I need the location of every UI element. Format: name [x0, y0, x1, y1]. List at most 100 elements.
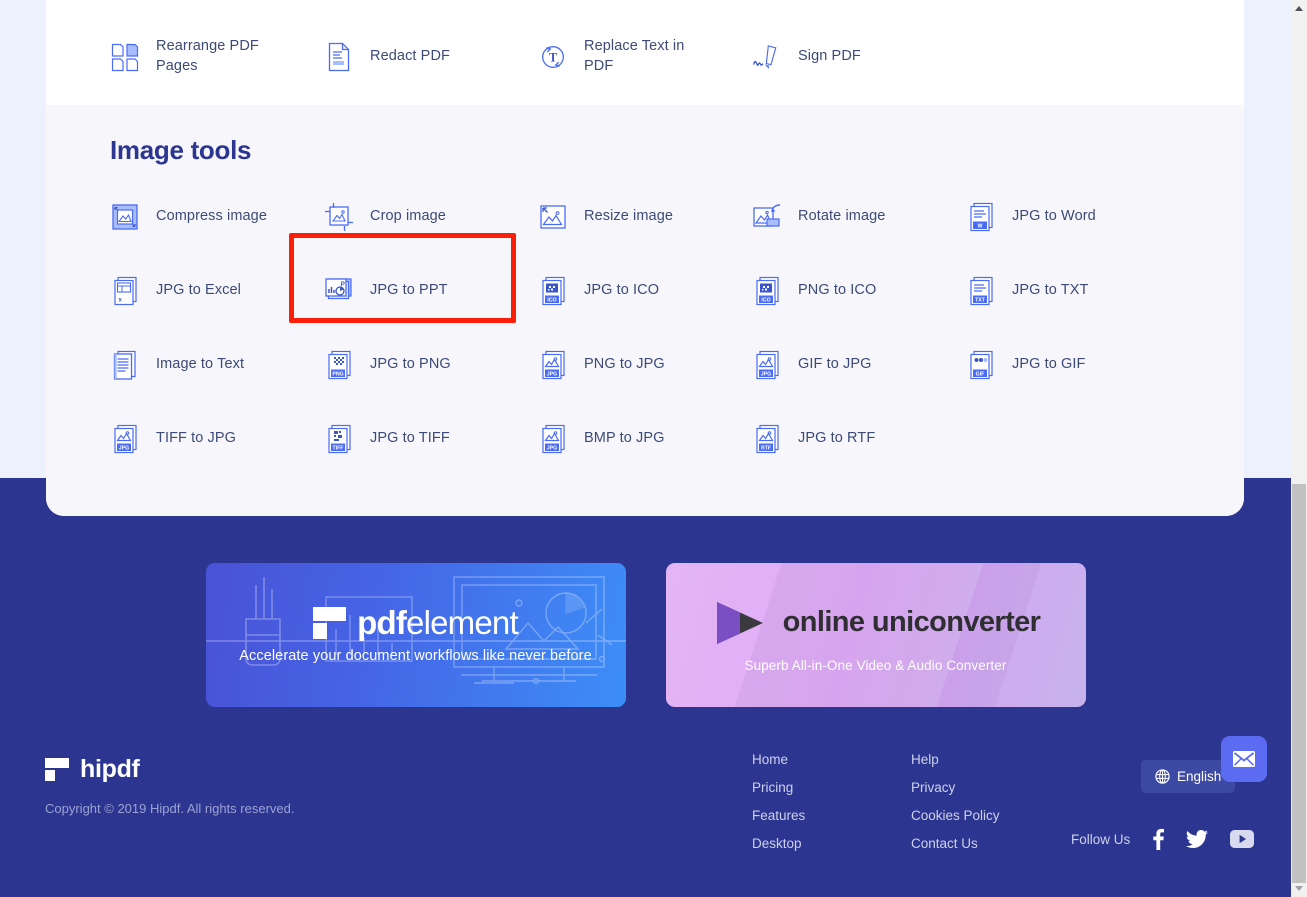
pdfelement-banner[interactable]: pdfelement Accelerate your document work… — [205, 563, 626, 707]
tool-label: JPG to PPT — [370, 282, 448, 299]
footer-links-column-1: Home Pricing Features Desktop — [752, 752, 805, 851]
resize-image-icon — [538, 201, 568, 233]
tool-label: JPG to Word — [1012, 208, 1096, 225]
jpg-to-txt-icon: TXT — [966, 275, 996, 307]
footer-link-desktop[interactable]: Desktop — [752, 836, 805, 851]
tool-png-to-ico[interactable]: ICO PNG to ICO — [752, 254, 966, 328]
svg-text:JPG: JPG — [119, 445, 129, 451]
globe-icon — [1155, 769, 1170, 784]
pdf-tools-grid: Rearrange PDF Pages Redact PDF T Replace… — [46, 0, 1244, 94]
svg-text:RTF: RTF — [761, 445, 771, 451]
tool-gif-to-jpg[interactable]: JPG GIF to JPG — [752, 328, 966, 402]
tool-jpg-to-excel[interactable]: x JPG to Excel — [110, 254, 324, 328]
redact-pdf-icon — [324, 41, 354, 73]
svg-text:TXT: TXT — [975, 297, 986, 303]
tool-redact-pdf[interactable]: Redact PDF — [324, 20, 538, 94]
tool-label: Crop image — [370, 208, 446, 225]
hipdf-wordmark: hipdf — [80, 755, 140, 783]
follow-us-label: Follow Us — [1071, 831, 1131, 847]
uniconverter-wordmark: online uniconverter — [782, 606, 1041, 638]
tool-label: BMP to JPG — [584, 430, 665, 447]
tool-jpg-to-tiff[interactable]: TIFF JPG to TIFF — [324, 402, 538, 476]
tool-label: JPG to RTF — [798, 430, 876, 447]
mail-icon — [1233, 751, 1255, 767]
tool-jpg-to-word[interactable]: W JPG to Word — [966, 180, 1180, 254]
footer-brand: hipdf Copyright © 2019 Hipdf. All rights… — [45, 755, 294, 816]
tool-compress-image[interactable]: Compress image — [110, 180, 324, 254]
scroll-up-arrow-icon[interactable] — [1291, 0, 1307, 17]
facebook-icon[interactable] — [1152, 828, 1165, 850]
tool-jpg-to-png[interactable]: PNG JPG to PNG — [324, 328, 538, 402]
tool-jpg-to-gif[interactable]: GIF JPG to GIF — [966, 328, 1180, 402]
png-to-jpg-icon: JPG — [538, 349, 568, 381]
promo-banners: pdfelement Accelerate your document work… — [0, 563, 1291, 707]
pdfelement-brand-bold: pdf — [357, 604, 407, 641]
svg-text:JPG: JPG — [547, 445, 557, 451]
follow-us: Follow Us — [1071, 828, 1255, 850]
svg-text:GIF: GIF — [976, 371, 985, 377]
crop-image-icon — [324, 201, 354, 233]
image-tools-title: Image tools — [110, 135, 252, 165]
rotate-image-icon — [752, 201, 782, 233]
tool-label: Resize image — [584, 208, 674, 225]
scrollbar-thumb[interactable] — [1292, 484, 1306, 883]
footer-link-help[interactable]: Help — [911, 752, 1000, 767]
png-to-ico-icon: ICO — [752, 275, 782, 307]
youtube-icon[interactable] — [1230, 830, 1255, 848]
svg-text:PNG: PNG — [332, 371, 343, 377]
compress-image-icon — [110, 201, 140, 233]
footer-link-features[interactable]: Features — [752, 808, 805, 823]
copyright-text: Copyright © 2019 Hipdf. All rights reser… — [45, 801, 295, 816]
footer-link-contact-us[interactable]: Contact Us — [911, 836, 1000, 851]
tool-label: JPG to PNG — [370, 356, 451, 373]
rearrange-pdf-pages-icon — [110, 41, 140, 73]
footer-link-cookies-policy[interactable]: Cookies Policy — [911, 808, 1000, 823]
tool-label: GIF to JPG — [798, 356, 872, 373]
language-label: English — [1177, 769, 1222, 784]
tool-label: Rearrange PDF Pages — [156, 38, 259, 74]
tool-jpg-to-txt[interactable]: TXT JPG to TXT — [966, 254, 1180, 328]
image-tools-section: Image tools Compress image Crop image Re… — [46, 105, 1244, 516]
tool-label: TIFF to JPG — [156, 430, 237, 447]
bmp-to-jpg-icon: JPG — [538, 423, 568, 455]
tool-replace-text-in-pdf[interactable]: T Replace Text in PDF — [538, 20, 752, 94]
tool-crop-image[interactable]: Crop image — [324, 180, 538, 254]
jpg-to-excel-icon: x — [110, 275, 140, 307]
vertical-scrollbar[interactable] — [1291, 0, 1307, 897]
tool-jpg-to-ico[interactable]: ICO JPG to ICO — [538, 254, 752, 328]
svg-text:JPG: JPG — [547, 371, 557, 377]
svg-text:ICO: ICO — [761, 297, 770, 303]
tool-label: JPG to ICO — [584, 282, 660, 299]
tool-rearrange-pdf-pages[interactable]: Rearrange PDF Pages — [110, 20, 324, 94]
tool-label: Sign PDF — [798, 48, 861, 65]
tool-label: JPG to TIFF — [370, 430, 450, 447]
tool-rotate-image[interactable]: Rotate image — [752, 180, 966, 254]
tool-bmp-to-jpg[interactable]: JPG BMP to JPG — [538, 402, 752, 476]
jpg-to-ico-icon: ICO — [538, 275, 568, 307]
tools-card: Rearrange PDF Pages Redact PDF T Replace… — [46, 0, 1244, 516]
contact-mail-button[interactable] — [1221, 736, 1267, 782]
tool-jpg-to-ppt[interactable]: P JPG to PPT — [324, 254, 538, 328]
play-triangle-icon — [716, 601, 763, 644]
tool-label: JPG to TXT — [1012, 282, 1089, 299]
pdfelement-wordmark: pdfelement — [357, 604, 519, 641]
tool-sign-pdf[interactable]: Sign PDF — [752, 20, 966, 94]
tool-label: Replace Text in PDF — [584, 38, 685, 74]
footer-link-privacy[interactable]: Privacy — [911, 780, 1000, 795]
uniconverter-tagline: Superb All-in-One Video & Audio Converte… — [744, 657, 1007, 673]
pdfelement-tagline: Accelerate your document workflows like … — [239, 648, 592, 664]
footer-link-pricing[interactable]: Pricing — [752, 780, 805, 795]
tool-jpg-to-rtf[interactable]: RTF JPG to RTF — [752, 402, 966, 476]
tool-tiff-to-jpg[interactable]: JPG TIFF to JPG — [110, 402, 324, 476]
pdf-tools-section: Rearrange PDF Pages Redact PDF T Replace… — [46, 0, 1244, 105]
tool-image-to-text[interactable]: Image to Text — [110, 328, 324, 402]
scroll-down-arrow-icon[interactable] — [1291, 880, 1307, 897]
pdfelement-mark-icon — [313, 606, 347, 639]
tool-resize-image[interactable]: Resize image — [538, 180, 752, 254]
tool-png-to-jpg[interactable]: JPG PNG to JPG — [538, 328, 752, 402]
footer-link-home[interactable]: Home — [752, 752, 805, 767]
twitter-icon[interactable] — [1186, 829, 1209, 849]
uniconverter-banner[interactable]: online uniconverter Superb All-in-One Vi… — [665, 563, 1086, 707]
svg-text:ICO: ICO — [547, 297, 556, 303]
gif-to-jpg-icon: JPG — [752, 349, 782, 381]
